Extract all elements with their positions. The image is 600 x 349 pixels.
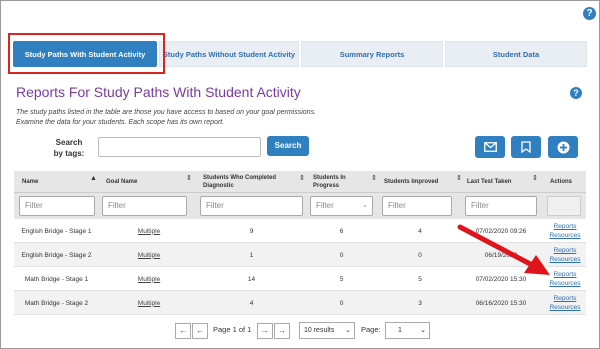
completed-filter-input[interactable]: Filter: [200, 196, 303, 216]
improved-filter-input[interactable]: Filter: [382, 196, 452, 216]
row-improved: 5: [418, 275, 422, 283]
bookmark-button[interactable]: [511, 136, 541, 158]
row-name: Math Bridge - Stage 2: [24, 299, 89, 307]
row-in-progress: 5: [339, 275, 344, 283]
sort-up-icon[interactable]: ▲: [90, 175, 97, 182]
row-goal-link[interactable]: Multiple: [104, 219, 194, 243]
results-per-page-select[interactable]: 10 results ⌄: [299, 322, 355, 339]
sort-icon[interactable]: ⇕: [299, 175, 305, 182]
goal-link-text[interactable]: Multiple: [138, 227, 160, 236]
name-filter-input[interactable]: Filter: [19, 196, 95, 216]
search-tags-input[interactable]: [98, 137, 261, 157]
next-page-button[interactable]: →: [257, 323, 273, 339]
header-name[interactable]: Name: [22, 171, 82, 193]
sort-icon[interactable]: ⇕: [532, 175, 538, 182]
help-icon[interactable]: ?: [583, 7, 596, 20]
help-icon[interactable]: ?: [570, 87, 582, 99]
page-title: Reports For Study Paths With Student Act…: [16, 84, 301, 100]
row-improved: 0: [418, 251, 422, 259]
annotation-arrow-icon: [457, 224, 550, 275]
header-improved[interactable]: Students Improved: [384, 171, 454, 193]
goal-filter-input[interactable]: Filter: [102, 196, 187, 216]
actions-filter-placeholder: [547, 196, 581, 216]
table-row: Math Bridge - Stage 2 Multiple 4 0 3 06/…: [14, 291, 586, 315]
in-progress-filter-select[interactable]: Filter ⌄: [310, 196, 373, 216]
row-completed: 9: [249, 227, 254, 235]
row-goal-link[interactable]: Multiple: [104, 243, 194, 267]
row-in-progress: 0: [339, 251, 344, 259]
page-select[interactable]: 1 ⌄: [385, 322, 430, 339]
description-line: The study paths listed in the table are …: [16, 109, 317, 116]
description-line: Examine the data for your students. Each…: [16, 119, 225, 126]
sort-icon[interactable]: ⇕: [186, 175, 192, 182]
page-select-value: 1: [398, 327, 402, 334]
sort-icon[interactable]: ⇕: [456, 175, 462, 182]
row-in-progress: 0: [339, 299, 344, 307]
row-completed: 1: [249, 251, 254, 259]
reports-link[interactable]: Reports: [554, 246, 577, 255]
row-completed: 14: [247, 275, 256, 283]
filter-row: Filter Filter Filter Filter ⌄ Filter Fil…: [14, 193, 586, 219]
row-last-test: 06/16/2020 15:30: [475, 299, 527, 307]
envelope-icon: [483, 142, 497, 152]
tab-without-activity[interactable]: Study Paths Without Student Activity: [159, 41, 299, 67]
page-info: Page 1 of 1: [213, 325, 252, 334]
search-label-line: Search: [55, 138, 83, 147]
header-actions: Actions: [550, 179, 573, 185]
table-header: Name ▲ Goal Name ⇕ Students Who Complete…: [14, 171, 586, 193]
row-actions: Reports Resources: [544, 291, 586, 315]
row-goal-link[interactable]: Multiple: [104, 267, 194, 291]
add-button[interactable]: [548, 136, 578, 158]
goal-link-text[interactable]: Multiple: [138, 275, 160, 284]
row-name: English Bridge - Stage 2: [21, 251, 92, 259]
tab-student-data[interactable]: Student Data: [445, 41, 587, 67]
tab-highlight-box: [8, 33, 165, 74]
header-completed[interactable]: Students Who Completed Diagnostic: [203, 171, 293, 193]
row-in-progress: 6: [339, 227, 344, 235]
page-label: Page:: [361, 325, 381, 334]
row-improved: 3: [418, 299, 422, 307]
search-label-line: by tags:: [53, 149, 85, 158]
goal-link-text[interactable]: Multiple: [138, 299, 160, 308]
row-name: English Bridge - Stage 1: [21, 227, 92, 235]
header-goal-name[interactable]: Goal Name: [106, 171, 176, 193]
tab-summary-reports[interactable]: Summary Reports: [301, 41, 443, 67]
row-completed: 4: [249, 299, 254, 307]
search-label: Search by tags:: [49, 137, 89, 159]
page-description: The study paths listed in the table are …: [16, 108, 316, 128]
header-in-progress[interactable]: Students In Progress: [313, 171, 363, 193]
app-frame: ? Study Paths With Student Activity Stud…: [0, 0, 600, 349]
row-name: Math Bridge - Stage 1: [24, 275, 89, 283]
filter-select-value: Filter: [316, 201, 334, 210]
goal-link-text[interactable]: Multiple: [138, 251, 160, 260]
last-page-button[interactable]: →: [274, 323, 290, 339]
row-improved: 4: [418, 227, 422, 235]
chevron-down-icon: ⌄: [362, 202, 368, 209]
results-select-value: 10 results: [304, 327, 335, 334]
sort-icon[interactable]: ⇕: [371, 175, 377, 182]
plus-icon: [557, 141, 569, 153]
reports-link[interactable]: Reports: [554, 270, 577, 279]
reports-link[interactable]: Reports: [554, 222, 577, 231]
header-last-test[interactable]: Last Test Taken: [467, 171, 527, 193]
reports-link[interactable]: Reports: [554, 294, 577, 303]
bookmark-icon: [521, 141, 531, 153]
resources-link[interactable]: Resources: [549, 303, 580, 312]
last-test-filter-input[interactable]: Filter: [465, 196, 537, 216]
email-button[interactable]: [475, 136, 505, 158]
chevron-down-icon: ⌄: [420, 327, 426, 334]
search-button[interactable]: Search: [267, 136, 309, 156]
first-page-button[interactable]: ←: [175, 323, 191, 339]
row-goal-link[interactable]: Multiple: [104, 291, 194, 315]
prev-page-button[interactable]: ←: [192, 323, 208, 339]
chevron-down-icon: ⌄: [345, 327, 351, 334]
